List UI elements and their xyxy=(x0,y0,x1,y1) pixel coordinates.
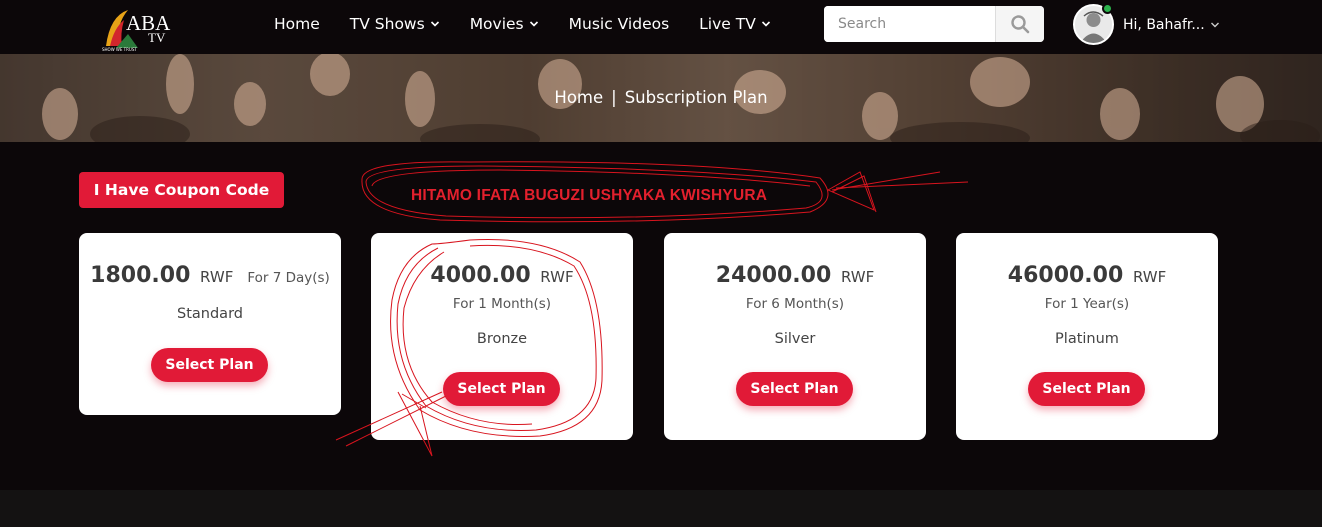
plan-duration: For 6 Month(s) xyxy=(745,296,845,312)
nav-home-label: Home xyxy=(274,15,320,33)
search-button[interactable] xyxy=(995,6,1044,42)
site-header: ABA TV SHOW WE TRUST Home TV Shows Movie… xyxy=(0,0,1322,54)
chevron-down-icon xyxy=(430,21,439,27)
breadcrumb-separator: | xyxy=(611,88,617,107)
nav-movies-label: Movies xyxy=(469,15,524,33)
nav-movies[interactable]: Movies xyxy=(470,15,539,33)
search-icon xyxy=(1011,15,1030,34)
annotation-text: HITAMO IFATA BUGUZI USHYAKA KWISHYURA xyxy=(411,187,768,204)
chevron-down-icon xyxy=(1210,22,1219,27)
plan-price: 1800.00 RWF xyxy=(90,263,234,288)
chevron-down-icon xyxy=(529,21,538,27)
breadcrumb-current: Subscription Plan xyxy=(624,88,768,107)
select-plan-button[interactable]: Select Plan xyxy=(736,372,853,406)
footer xyxy=(0,490,1322,527)
breadcrumb: Home | Subscription Plan xyxy=(0,88,1322,107)
select-plan-button[interactable]: Select Plan xyxy=(1028,372,1145,406)
plan-price: 46000.00 RWF xyxy=(1007,263,1167,288)
nav-music-videos[interactable]: Music Videos xyxy=(569,15,670,33)
chevron-down-icon xyxy=(761,21,770,27)
plan-tier: Silver xyxy=(774,331,816,347)
plan-price: 24000.00 RWF xyxy=(715,263,875,288)
nav-tv-shows-label: TV Shows xyxy=(349,15,425,33)
nav-live-tv[interactable]: Live TV xyxy=(699,15,771,33)
plan-card-platinum: 46000.00 RWF For 1 Year(s) Platinum Sele… xyxy=(956,233,1218,440)
plan-card-silver: 24000.00 RWF For 6 Month(s) Silver Selec… xyxy=(664,233,926,440)
search-box xyxy=(824,6,1044,42)
plan-duration: For 1 Month(s) xyxy=(452,296,552,312)
user-menu[interactable]: Hi, Bahafr... xyxy=(1073,4,1220,45)
plan-price: 4000.00 RWF xyxy=(430,263,574,288)
nav-home[interactable]: Home xyxy=(274,15,320,33)
online-status-icon xyxy=(1102,3,1113,14)
svg-text:SHOW WE TRUST: SHOW WE TRUST xyxy=(102,47,137,52)
user-greeting-label: Hi, Bahafr... xyxy=(1123,16,1205,33)
select-plan-button[interactable]: Select Plan xyxy=(443,372,560,406)
user-greeting[interactable]: Hi, Bahafr... xyxy=(1123,17,1220,33)
breadcrumb-home[interactable]: Home xyxy=(554,88,603,107)
plan-tier: Platinum xyxy=(1055,331,1119,347)
nav-music-videos-label: Music Videos xyxy=(568,15,670,33)
plan-tier: Standard xyxy=(177,306,243,322)
site-logo[interactable]: ABA TV SHOW WE TRUST xyxy=(98,6,180,52)
svg-text:TV: TV xyxy=(148,30,166,45)
page-banner: Home | Subscription Plan xyxy=(0,54,1322,142)
select-plan-button[interactable]: Select Plan xyxy=(151,348,268,382)
search-input[interactable] xyxy=(824,6,995,42)
plan-duration: For 7 Day(s) xyxy=(247,270,330,286)
main-nav: Home TV Shows Movies Music Videos Live T… xyxy=(274,0,771,48)
nav-tv-shows[interactable]: TV Shows xyxy=(350,15,440,33)
plan-card-standard: 1800.00 RWF For 7 Day(s) Standard Select… xyxy=(79,233,341,415)
plan-duration: For 1 Year(s) xyxy=(1044,296,1130,312)
plan-card-bronze: 4000.00 RWF For 1 Month(s) Bronze Select… xyxy=(371,233,633,440)
plan-tier: Bronze xyxy=(476,331,528,347)
nav-live-tv-label: Live TV xyxy=(699,15,756,33)
coupon-code-button[interactable]: I Have Coupon Code xyxy=(79,172,284,208)
